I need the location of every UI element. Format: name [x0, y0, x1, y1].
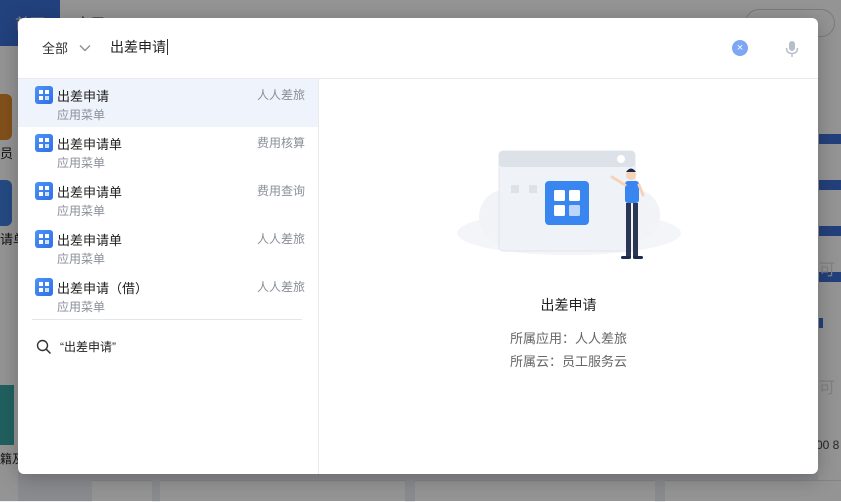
result-title: 出差申请单	[57, 233, 123, 248]
result-category: 人人差旅	[256, 280, 305, 294]
results-list: 出差申请 应用菜单 人人差旅 出差申请单 应用菜单 费用核算 出差申请单 应用菜…	[18, 79, 319, 474]
detail-cloud: 所属云：员工服务云	[509, 354, 627, 369]
result-item[interactable]: 出差申请单 应用菜单 费用查询	[18, 175, 318, 223]
divider	[32, 319, 302, 320]
result-item[interactable]: 出差申请单 应用菜单 费用核算	[18, 127, 318, 175]
result-type: 应用菜单	[57, 204, 106, 218]
scope-label: 全部	[42, 41, 69, 56]
result-type: 应用菜单	[57, 252, 106, 266]
result-type: 应用菜单	[57, 108, 106, 122]
chevron-down-icon	[79, 44, 91, 51]
result-item[interactable]: 出差申请 应用菜单 人人差旅	[18, 79, 318, 127]
search-all-link[interactable]: “出差申请”	[36, 338, 116, 355]
global-search-modal: 全部 出差申请 × 出差申请 应用菜单 人人差旅 出差申请单 应用菜单 费用核算…	[18, 18, 818, 474]
app-illustration	[457, 150, 681, 259]
result-title: 出差申请（借）	[57, 281, 149, 296]
app-grid-icon	[35, 86, 53, 104]
result-type: 应用菜单	[57, 300, 106, 314]
result-item[interactable]: 出差申请（借） 应用菜单 人人差旅	[18, 271, 318, 319]
search-bar: 全部 出差申请 ×	[18, 18, 818, 79]
result-category: 人人差旅	[256, 232, 305, 246]
text-caret	[167, 39, 168, 55]
search-all-label: “出差申请”	[60, 340, 116, 354]
scope-dropdown[interactable]: 全部	[42, 38, 92, 57]
search-icon	[36, 339, 52, 354]
search-query-text: 出差申请	[110, 39, 166, 55]
app-grid-icon	[35, 134, 53, 152]
result-category: 费用核算	[256, 136, 305, 150]
clear-icon[interactable]: ×	[732, 40, 748, 56]
microphone-icon[interactable]	[785, 40, 799, 58]
result-type: 应用菜单	[57, 156, 106, 170]
result-category: 人人差旅	[256, 88, 305, 102]
detail-app: 所属应用：人人差旅	[509, 331, 627, 346]
result-title: 出差申请单	[57, 185, 123, 200]
app-grid-icon	[35, 230, 53, 248]
result-title: 出差申请	[57, 89, 110, 104]
detail-title: 出差申请	[540, 297, 597, 313]
result-category: 费用查询	[256, 184, 305, 198]
detail-panel: 出差申请 所属应用：人人差旅 所属云：员工服务云	[319, 79, 818, 474]
result-title: 出差申请单	[57, 137, 123, 152]
app-grid-icon	[35, 278, 53, 296]
app-grid-icon	[35, 182, 53, 200]
search-input[interactable]: 出差申请	[110, 37, 168, 57]
result-item[interactable]: 出差申请单 应用菜单 人人差旅	[18, 223, 318, 271]
